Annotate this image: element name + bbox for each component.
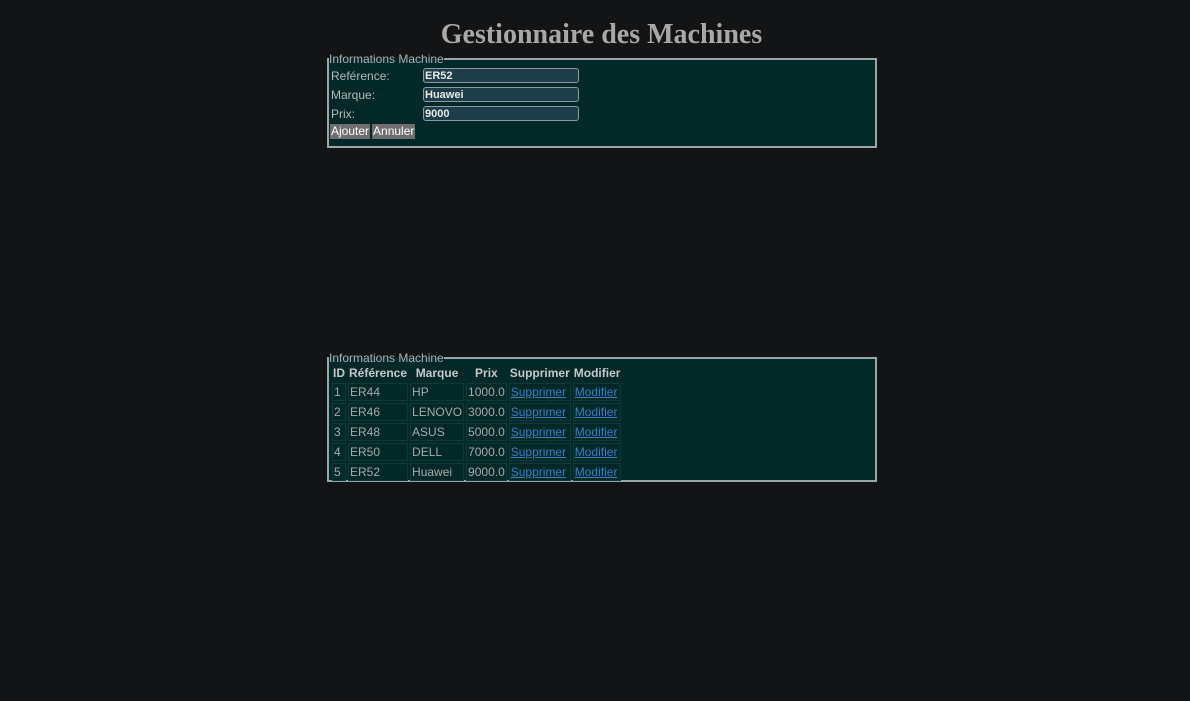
form-buttons: Ajouter Annuler (330, 124, 874, 139)
page-title: Gestionnaire des Machines (440, 19, 763, 50)
cancel-button[interactable]: Annuler (372, 124, 416, 139)
cell-prix: 9000.0 (466, 463, 507, 481)
reference-input[interactable] (423, 68, 579, 83)
cell-reference: ER46 (348, 403, 409, 421)
header-modifier: Modifier (573, 365, 621, 380)
delete-link[interactable]: Supprimer (511, 425, 566, 439)
cell-supprimer: Supprimer (508, 383, 571, 401)
table-row: 4 ER50 DELL 7000.0 Supprimer Modifier (332, 443, 622, 461)
cell-id: 1 (332, 383, 346, 401)
cell-prix: 7000.0 (466, 443, 507, 461)
cell-modifier: Modifier (572, 443, 622, 461)
marque-input[interactable] (423, 87, 579, 102)
edit-link[interactable]: Modifier (575, 425, 618, 439)
prix-label: Prix: (331, 106, 355, 121)
header-supprimer: Supprimer (509, 365, 570, 380)
machine-list: Informations Machine ID Référence Marque… (327, 351, 877, 482)
table-row: 2 ER46 LENOVO 3000.0 Supprimer Modifier (332, 403, 622, 421)
machines-table: ID Référence Marque Prix Supprimer Modif… (330, 363, 623, 483)
cell-prix: 1000.0 (466, 383, 507, 401)
table-row: 3 ER48 ASUS 5000.0 Supprimer Modifier (332, 423, 622, 441)
edit-link[interactable]: Modifier (575, 385, 618, 399)
cell-modifier: Modifier (572, 403, 622, 421)
cell-supprimer: Supprimer (508, 403, 571, 421)
delete-link[interactable]: Supprimer (511, 385, 566, 399)
prix-input[interactable] (423, 106, 579, 121)
cell-reference: ER44 (348, 383, 409, 401)
add-button[interactable]: Ajouter (330, 124, 371, 139)
cell-supprimer: Supprimer (508, 443, 571, 461)
cell-id: 2 (332, 403, 346, 421)
cell-reference: ER50 (348, 443, 409, 461)
cell-id: 4 (332, 443, 346, 461)
cell-marque: ASUS (410, 423, 465, 441)
cell-marque: Huawei (410, 463, 465, 481)
marque-row: Marque: (330, 85, 874, 104)
cell-prix: 5000.0 (466, 423, 507, 441)
machine-form: Informations Machine Reférence: Marque: … (327, 52, 877, 148)
cell-id: 5 (332, 463, 346, 481)
edit-link[interactable]: Modifier (575, 465, 618, 479)
cell-marque: LENOVO (410, 403, 465, 421)
header-reference: Référence (349, 365, 408, 380)
cell-supprimer: Supprimer (508, 463, 571, 481)
table-header-row: ID Référence Marque Prix Supprimer Modif… (332, 365, 621, 381)
cell-reference: ER48 (348, 423, 409, 441)
cell-prix: 3000.0 (466, 403, 507, 421)
cell-reference: ER52 (348, 463, 409, 481)
delete-link[interactable]: Supprimer (511, 405, 566, 419)
edit-link[interactable]: Modifier (575, 405, 618, 419)
cell-modifier: Modifier (572, 383, 622, 401)
edit-link[interactable]: Modifier (575, 445, 618, 459)
table-row: 5 ER52 Huawei 9000.0 Supprimer Modifier (332, 463, 622, 481)
header-id: ID (333, 365, 345, 380)
table-legend: Informations Machine (329, 351, 444, 365)
marque-label: Marque: (331, 87, 376, 102)
cell-marque: DELL (410, 443, 465, 461)
cell-modifier: Modifier (572, 423, 622, 441)
form-legend: Informations Machine (329, 52, 444, 66)
header-prix: Prix (475, 365, 498, 380)
reference-row: Reférence: (330, 66, 874, 85)
header-marque: Marque (415, 365, 459, 380)
delete-link[interactable]: Supprimer (511, 465, 566, 479)
reference-label: Reférence: (331, 68, 390, 83)
cell-marque: HP (410, 383, 465, 401)
table-row: 1 ER44 HP 1000.0 Supprimer Modifier (332, 383, 622, 401)
cell-modifier: Modifier (572, 463, 622, 481)
cell-supprimer: Supprimer (508, 423, 571, 441)
delete-link[interactable]: Supprimer (511, 445, 566, 459)
prix-row: Prix: (330, 104, 874, 123)
cell-id: 3 (332, 423, 346, 441)
